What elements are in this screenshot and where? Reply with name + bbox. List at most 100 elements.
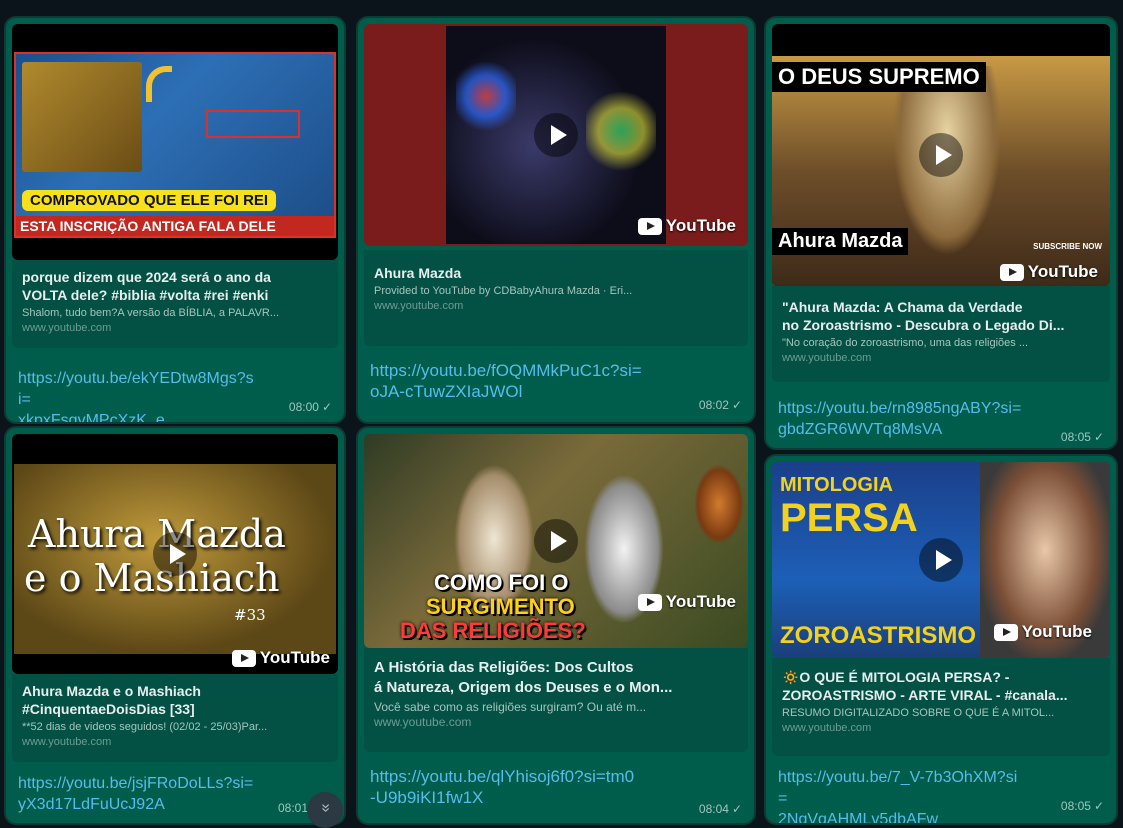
youtube-wordmark: YouTube [665,216,736,235]
thumbnail-caption: PERSA [780,496,918,540]
link-text[interactable]: 2NgVqAHMLv5dbAFw [778,809,1026,823]
link-text[interactable]: https://youtu.be/rn8985ngABY?si= [778,398,1026,419]
preview-title: á Natureza, Origem dos Deuses e o Mon... [374,679,673,696]
youtube-logo-icon: YouTube [637,216,736,236]
thumbnail-caption: ESTA INSCRIÇÃO ANTIGA FALA DELE [16,216,334,236]
link-text[interactable]: https://youtu.be/ekYEDtw8Mgs?si= [18,368,254,410]
preview-title: Ahura Mazda e o Mashiach [22,683,201,699]
preview-title: 🔅O QUE É MITOLOGIA PERSA? - [782,669,1010,685]
preview-title: "Ahura Mazda: A Chama da Verdade [782,299,1023,315]
link-text[interactable]: -U9b9iKI1fw1X [370,787,664,808]
message-time: 08:05 ✓ [1061,430,1104,444]
message-card[interactable]: Ahura Mazda e o Mashiach #33 YouTube Ahu… [6,428,344,823]
message-card[interactable]: COMO FOI O SURGIMENTO DAS RELIGIÕES? You… [358,428,754,823]
message-time: 08:00 ✓ [289,400,332,414]
time-text: 08:05 [1060,799,1091,813]
video-thumbnail[interactable]: COMPROVADO QUE ELE FOI REI ESTA INSCRIÇÃ… [12,24,338,260]
play-icon[interactable] [919,133,963,177]
preview-domain: www.youtube.com [374,715,472,729]
thumbnail-caption: O DEUS SUPREMO [772,62,986,92]
link-preview[interactable]: Ahura Mazda e o Mashiach #CinquentaeDois… [12,674,338,762]
link-preview[interactable]: Ahura Mazda Provided to YouTube by CDBab… [364,250,748,346]
message-link[interactable]: https://youtu.be/ekYEDtw8Mgs?si= xkpxFsg… [18,368,254,422]
youtube-logo-icon: YouTube [993,622,1092,642]
sent-check-icon: ✓ [321,400,332,414]
time-text: 08:04 [698,802,729,816]
link-text[interactable]: https://youtu.be/jsjFRoDoLLs?si= [18,773,254,794]
preview-domain: www.youtube.com [782,722,872,734]
link-preview[interactable]: A História das Religiões: Dos Cultos á N… [364,648,748,752]
link-text[interactable]: https://youtu.be/fOQMMkPuC1c?si= [370,360,664,381]
play-icon[interactable] [534,113,578,157]
time-text: 08:02 [698,398,729,412]
double-chevron-down-icon: » [317,803,334,813]
youtube-wordmark: YouTube [259,648,330,667]
thumbnail-caption: MITOLOGIA [780,474,893,496]
time-text: 08:00 [288,400,319,414]
preview-domain: www.youtube.com [22,322,112,334]
thumbnail-caption: Ahura Mazda [772,228,909,255]
message-card[interactable]: MITOLOGIA PERSA ZOROASTRISMO YouTube 🔅O … [766,456,1116,823]
link-text[interactable]: yX3d17LdFuUcJ92A [18,794,254,815]
sent-check-icon: ✓ [731,398,742,412]
subscribe-badge: SUBSCRIBE NOW [1033,242,1102,251]
video-thumbnail[interactable]: O DEUS SUPREMO Ahura Mazda SUBSCRIBE NOW… [772,24,1110,286]
youtube-logo-icon: YouTube [231,648,330,668]
preview-title: Ahura Mazda [374,265,462,281]
thumbnail-caption: SURGIMENTO [426,594,575,619]
time-text: 08:05 [1060,430,1091,444]
link-text[interactable]: gbdZGR6WVTq8MsVA [778,419,1026,440]
thumbnail-caption: COMO FOI O [434,570,569,595]
preview-domain: www.youtube.com [22,736,112,748]
message-card[interactable]: YouTube Ahura Mazda Provided to YouTube … [358,18,754,422]
message-card[interactable]: COMPROVADO QUE ELE FOI REI ESTA INSCRIÇÃ… [6,18,344,422]
message-card[interactable]: O DEUS SUPREMO Ahura Mazda SUBSCRIBE NOW… [766,18,1116,448]
message-time: 08:04 ✓ [699,802,742,816]
link-text[interactable]: https://youtu.be/qlYhisoj6f0?si=tm0 [370,766,664,787]
link-preview[interactable]: 🔅O QUE É MITOLOGIA PERSA? - ZOROASTRISMO… [772,658,1110,756]
message-link[interactable]: https://youtu.be/qlYhisoj6f0?si=tm0 -U9b… [370,766,664,808]
link-preview[interactable]: "Ahura Mazda: A Chama da Verdade no Zoro… [772,286,1110,382]
preview-description: Shalom, tudo bem?A versão da BÍBLIA, a P… [22,307,280,319]
thumbnail-caption: DAS RELIGIÕES? [400,618,586,643]
video-thumbnail[interactable]: Ahura Mazda e o Mashiach #33 YouTube [12,434,338,674]
thumbnail-caption: e o Mashiach [24,556,280,600]
youtube-wordmark: YouTube [1021,622,1092,641]
preview-description: "No coração do zoroastrismo, uma das rel… [782,337,1029,349]
video-thumbnail[interactable]: YouTube [364,24,748,246]
message-time: 08:02 ✓ [699,398,742,412]
link-text[interactable]: https://youtu.be/7_V-7b3OhXM?si= [778,767,1026,809]
thumbnail-caption: ZOROASTRISMO [780,622,976,649]
sent-check-icon: ✓ [1093,430,1104,444]
play-icon[interactable] [153,532,197,576]
message-link[interactable]: https://youtu.be/jsjFRoDoLLs?si= yX3d17L… [18,773,254,815]
message-time: 08:01 [278,801,308,815]
play-icon[interactable] [919,538,963,582]
preview-title: VOLTA dele? #biblia #volta #rei #enki [22,287,269,303]
preview-title: #CinquentaeDoisDias [33] [22,701,195,717]
message-link[interactable]: https://youtu.be/7_V-7b3OhXM?si= 2NgVqAH… [778,767,1026,823]
message-link[interactable]: https://youtu.be/fOQMMkPuC1c?si= oJA-cTu… [370,360,664,402]
video-thumbnail[interactable]: COMO FOI O SURGIMENTO DAS RELIGIÕES? You… [364,434,748,648]
message-link[interactable]: https://youtu.be/rn8985ngABY?si= gbdZGR6… [778,398,1026,440]
play-icon[interactable] [534,519,578,563]
link-text[interactable]: xkpxFsgvMPcXzK_e [18,410,254,422]
sent-check-icon: ✓ [731,802,742,816]
video-thumbnail[interactable]: MITOLOGIA PERSA ZOROASTRISMO YouTube [772,462,1110,658]
thumbnail-caption: COMPROVADO QUE ELE FOI REI [22,190,277,211]
time-text: 08:01 [277,801,308,815]
preview-title: porque dizem que 2024 será o ano da [22,269,271,285]
preview-description: **52 dias de videos seguidos! (02/02 - 2… [22,721,268,733]
preview-domain: www.youtube.com [374,300,464,312]
preview-title: A História das Religiões: Dos Cultos [374,659,634,676]
preview-title: ZOROASTRISMO - ARTE VIRAL - #canala... [782,687,1068,703]
thumbnail-caption: #33 [234,606,266,624]
link-preview[interactable]: porque dizem que 2024 será o ano da VOLT… [12,260,338,348]
youtube-wordmark: YouTube [1027,262,1098,281]
preview-domain: www.youtube.com [782,352,872,364]
preview-description: Provided to YouTube by CDBabyAhura Mazda… [374,285,633,297]
sent-check-icon: ✓ [1093,799,1104,813]
youtube-wordmark: YouTube [665,592,736,611]
link-text[interactable]: oJA-cTuwZXIaJWOl [370,381,664,402]
youtube-logo-icon: YouTube [637,592,736,612]
